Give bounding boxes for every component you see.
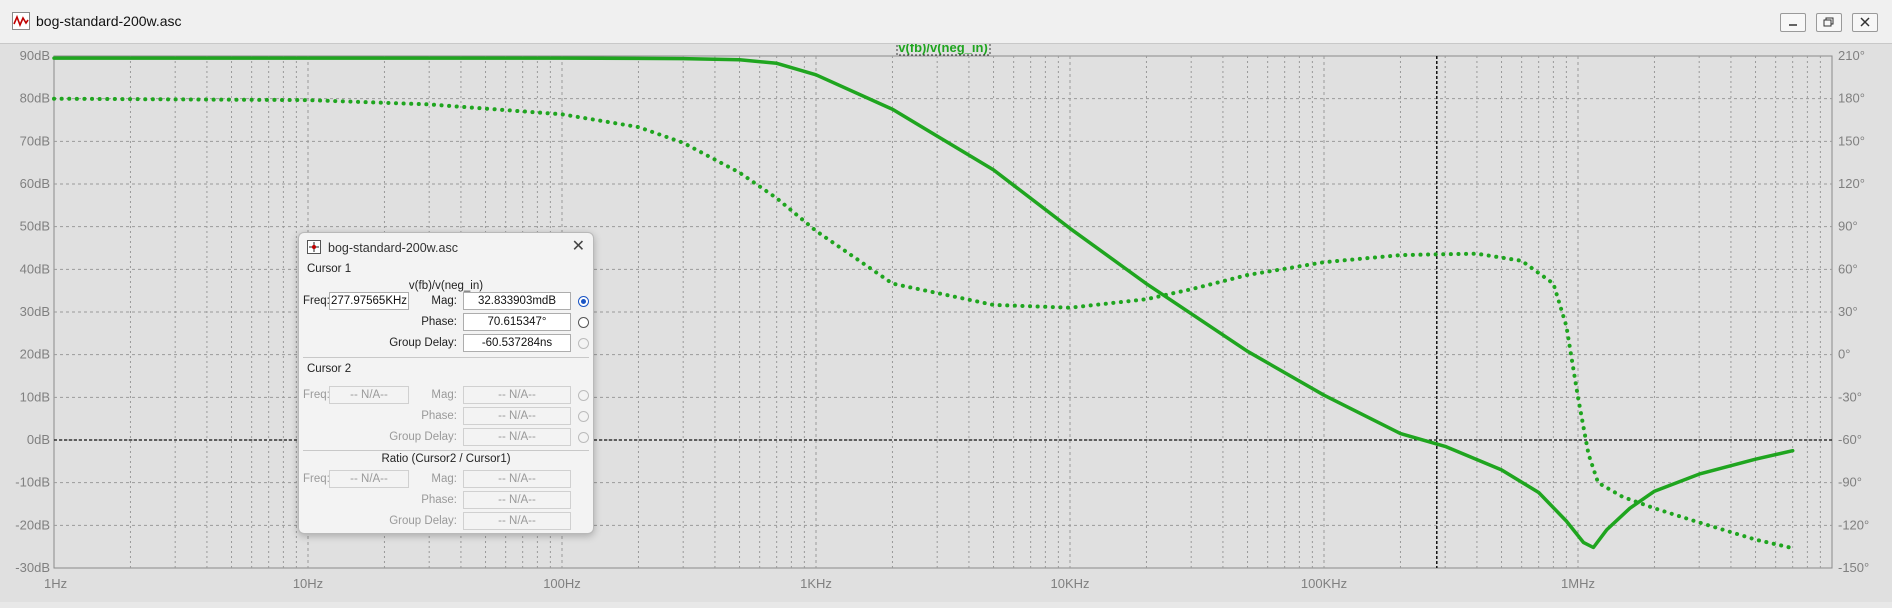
dialog-title: bog-standard-200w.asc (328, 241, 458, 255)
cursor1-group-delay-field[interactable]: -60.537284ns (463, 334, 571, 352)
window-titlebar: bog-standard-200w.asc (0, 0, 1892, 44)
y-right-tick-label: -60° (1838, 432, 1862, 447)
minimize-icon (1789, 24, 1797, 26)
cursor2-mag-field[interactable]: -- N/A-- (463, 386, 571, 404)
restore-icon (1823, 17, 1834, 27)
y-left-tick-label: 30dB (20, 304, 50, 319)
cursor-dialog[interactable]: bog-standard-200w.asc ✕ Cursor 1 v(fb)/v… (298, 232, 594, 534)
cursor1-mag-label: Mag: (431, 295, 457, 307)
section-divider (303, 450, 589, 451)
y-right-tick-label: 90° (1838, 219, 1858, 234)
cursor2-mag-label: Mag: (431, 389, 457, 401)
minimize-button[interactable] (1780, 13, 1806, 32)
y-left-tick-label: 50dB (20, 219, 50, 234)
y-right-tick-label: -120° (1838, 517, 1869, 532)
cursor2-heading: Cursor 2 (307, 363, 352, 375)
y-left-tick-label: -10dB (15, 475, 50, 490)
y-right-tick-label: 0° (1838, 347, 1850, 362)
cursor-probe-icon (307, 240, 321, 254)
y-right-tick-label: 120° (1838, 176, 1865, 191)
ratio-freq-label: Freq: (303, 473, 330, 485)
x-tick-label: 10Hz (293, 576, 323, 591)
cursor2-freq-label: Freq: (303, 389, 330, 401)
close-button[interactable] (1852, 13, 1878, 32)
close-icon (1860, 17, 1870, 27)
y-left-tick-label: 20dB (20, 347, 50, 362)
trace-label[interactable]: v(fb)/v(neg_in) (898, 44, 988, 55)
y-left-tick-label: 80dB (20, 91, 50, 106)
y-left-tick-label: 10dB (20, 389, 50, 404)
y-left-tick-label: 0dB (27, 432, 50, 447)
cursor1-mag-radio[interactable] (578, 296, 589, 307)
y-left-tick-label: -20dB (15, 517, 50, 532)
x-axis-ticks: 1Hz 10Hz 100Hz 1KHz 10KHz 100KHz 1MHz (44, 576, 1595, 591)
cursor2-group-delay-label: Group Delay: (389, 431, 457, 443)
y-right-tick-label: 150° (1838, 133, 1865, 148)
y-axis-left-ticks: 90dB 80dB 70dB 60dB 50dB 40dB 30dB 20dB 10dB 0dB -… (15, 48, 50, 575)
cursor1-group-delay-radio[interactable] (578, 338, 589, 349)
cursor1-trace-name: v(fb)/v(neg_in) (408, 280, 484, 292)
cursor2-phase-radio[interactable] (578, 411, 589, 422)
dialog-close-icon[interactable]: ✕ (572, 236, 585, 256)
cursor2-phase-field[interactable]: -- N/A-- (463, 407, 571, 425)
cursor1-mag-field[interactable]: 32.833903mdB (463, 292, 571, 310)
section-divider (303, 357, 589, 358)
cursor2-group-delay-field[interactable]: -- N/A-- (463, 428, 571, 446)
ratio-heading: Ratio (Cursor2 / Cursor1) (381, 453, 511, 465)
y-axis-right-ticks: 210° 180° 150° 120° 90° 60° 30° 0° -30° -60° -90° -… (1838, 48, 1869, 575)
cursor2-freq-field[interactable]: -- N/A-- (329, 386, 409, 404)
y-right-tick-label: -90° (1838, 475, 1862, 490)
cursor1-freq-field[interactable]: 277.97565KHz (329, 292, 409, 310)
cursor1-group-delay-label: Group Delay: (389, 337, 457, 349)
y-left-tick-label: 60dB (20, 176, 50, 191)
ratio-phase-label: Phase: (421, 494, 457, 506)
cursor1-phase-radio[interactable] (578, 317, 589, 328)
y-left-tick-label: 40dB (20, 261, 50, 276)
x-tick-label: 100KHz (1301, 576, 1347, 591)
y-left-tick-label: 90dB (20, 48, 50, 63)
x-tick-label: 1KHz (800, 576, 832, 591)
ratio-group-delay-label: Group Delay: (389, 515, 457, 527)
x-tick-label: 1Hz (44, 576, 67, 591)
cursor1-heading: Cursor 1 (307, 263, 352, 275)
ratio-group-delay-field[interactable]: -- N/A-- (463, 512, 571, 530)
x-tick-label: 100Hz (543, 576, 581, 591)
cursor1-phase-field[interactable]: 70.615347° (463, 313, 571, 331)
ratio-freq-field[interactable]: -- N/A-- (329, 470, 409, 488)
x-tick-label: 1MHz (1561, 576, 1595, 591)
ratio-phase-field[interactable]: -- N/A-- (463, 491, 571, 509)
y-right-tick-label: -30° (1838, 389, 1862, 404)
y-right-tick-label: 210° (1838, 48, 1865, 63)
x-tick-label: 10KHz (1050, 576, 1089, 591)
cursor2-group-delay-radio[interactable] (578, 432, 589, 443)
y-right-tick-label: 30° (1838, 304, 1858, 319)
window-title: bog-standard-200w.asc (36, 13, 182, 29)
waveform-icon (12, 12, 30, 30)
y-right-tick-label: 180° (1838, 91, 1865, 106)
y-right-tick-label: -150° (1838, 560, 1869, 575)
bode-plot[interactable]: 1Hz 10Hz 100Hz 1KHz 10KHz 100KHz 1MHz 90dB 80dB… (0, 44, 1892, 602)
cursor2-phase-label: Phase: (421, 410, 457, 422)
y-left-tick-label: -30dB (15, 560, 50, 575)
y-right-tick-label: 60° (1838, 261, 1858, 276)
maximize-button[interactable] (1816, 13, 1842, 32)
cursor2-mag-radio[interactable] (578, 390, 589, 401)
cursor1-phase-label: Phase: (421, 316, 457, 328)
ratio-mag-field[interactable]: -- N/A-- (463, 470, 571, 488)
cursor1-freq-label: Freq: (303, 295, 330, 307)
y-left-tick-label: 70dB (20, 133, 50, 148)
ratio-mag-label: Mag: (431, 473, 457, 485)
